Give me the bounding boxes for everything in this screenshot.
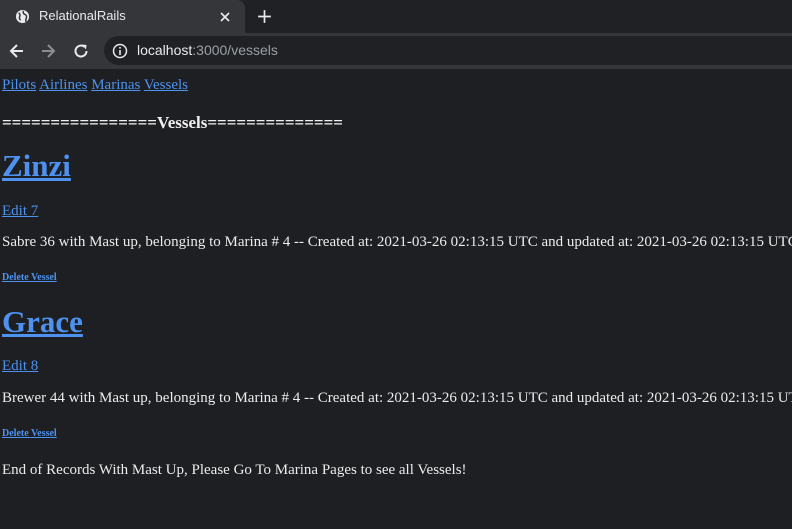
vessel-name-link[interactable]: Zinzi xyxy=(2,148,71,183)
edit-vessel-link[interactable]: Edit 7 xyxy=(2,203,38,220)
nav-link-marinas[interactable]: Marinas xyxy=(91,77,140,93)
forward-arrow-icon[interactable] xyxy=(39,42,57,60)
url-text[interactable]: localhost:3000/vessels xyxy=(137,42,278,58)
nav-link-pilots[interactable]: Pilots xyxy=(2,77,36,93)
delete-vessel-link[interactable]: Delete Vessel xyxy=(2,272,57,284)
vessel-name-link[interactable]: Grace xyxy=(2,304,83,339)
globe-icon xyxy=(15,9,30,24)
reload-icon[interactable] xyxy=(72,42,90,60)
nav-link-airlines[interactable]: Airlines xyxy=(39,77,87,93)
url-path: :3000/vessels xyxy=(192,42,278,58)
browser-tab[interactable]: RelationalRails xyxy=(0,0,245,33)
page-content: Pilots Airlines Marinas Vessels ========… xyxy=(2,69,792,529)
vessel-name: Zinzi xyxy=(2,148,71,184)
close-icon[interactable] xyxy=(217,9,233,25)
page-title: ================Vessels============== xyxy=(2,113,343,132)
browser-toolbar: localhost:3000/vessels xyxy=(0,33,792,69)
tab-title: RelationalRails xyxy=(39,8,126,23)
tab-strip: RelationalRails xyxy=(0,0,792,33)
site-nav: Pilots Airlines Marinas Vessels xyxy=(2,77,188,94)
delete-vessel-link[interactable]: Delete Vessel xyxy=(2,428,57,440)
url-host: localhost xyxy=(137,42,193,58)
edit-vessel-link[interactable]: Edit 8 xyxy=(2,358,38,375)
nav-link-vessels[interactable]: Vessels xyxy=(144,77,188,93)
vessel-description: Sabre 36 with Mast up, belonging to Mari… xyxy=(2,234,792,250)
records-note: End of Records With Mast Up, Please Go T… xyxy=(2,462,467,478)
address-bar[interactable]: localhost:3000/vessels xyxy=(104,36,792,65)
info-icon[interactable] xyxy=(112,43,128,59)
back-arrow-icon[interactable] xyxy=(8,42,26,60)
vessel-description: Brewer 44 with Mast up, belonging to Mar… xyxy=(2,390,792,406)
vessel-name: Grace xyxy=(2,304,83,340)
plus-icon[interactable] xyxy=(256,8,273,25)
